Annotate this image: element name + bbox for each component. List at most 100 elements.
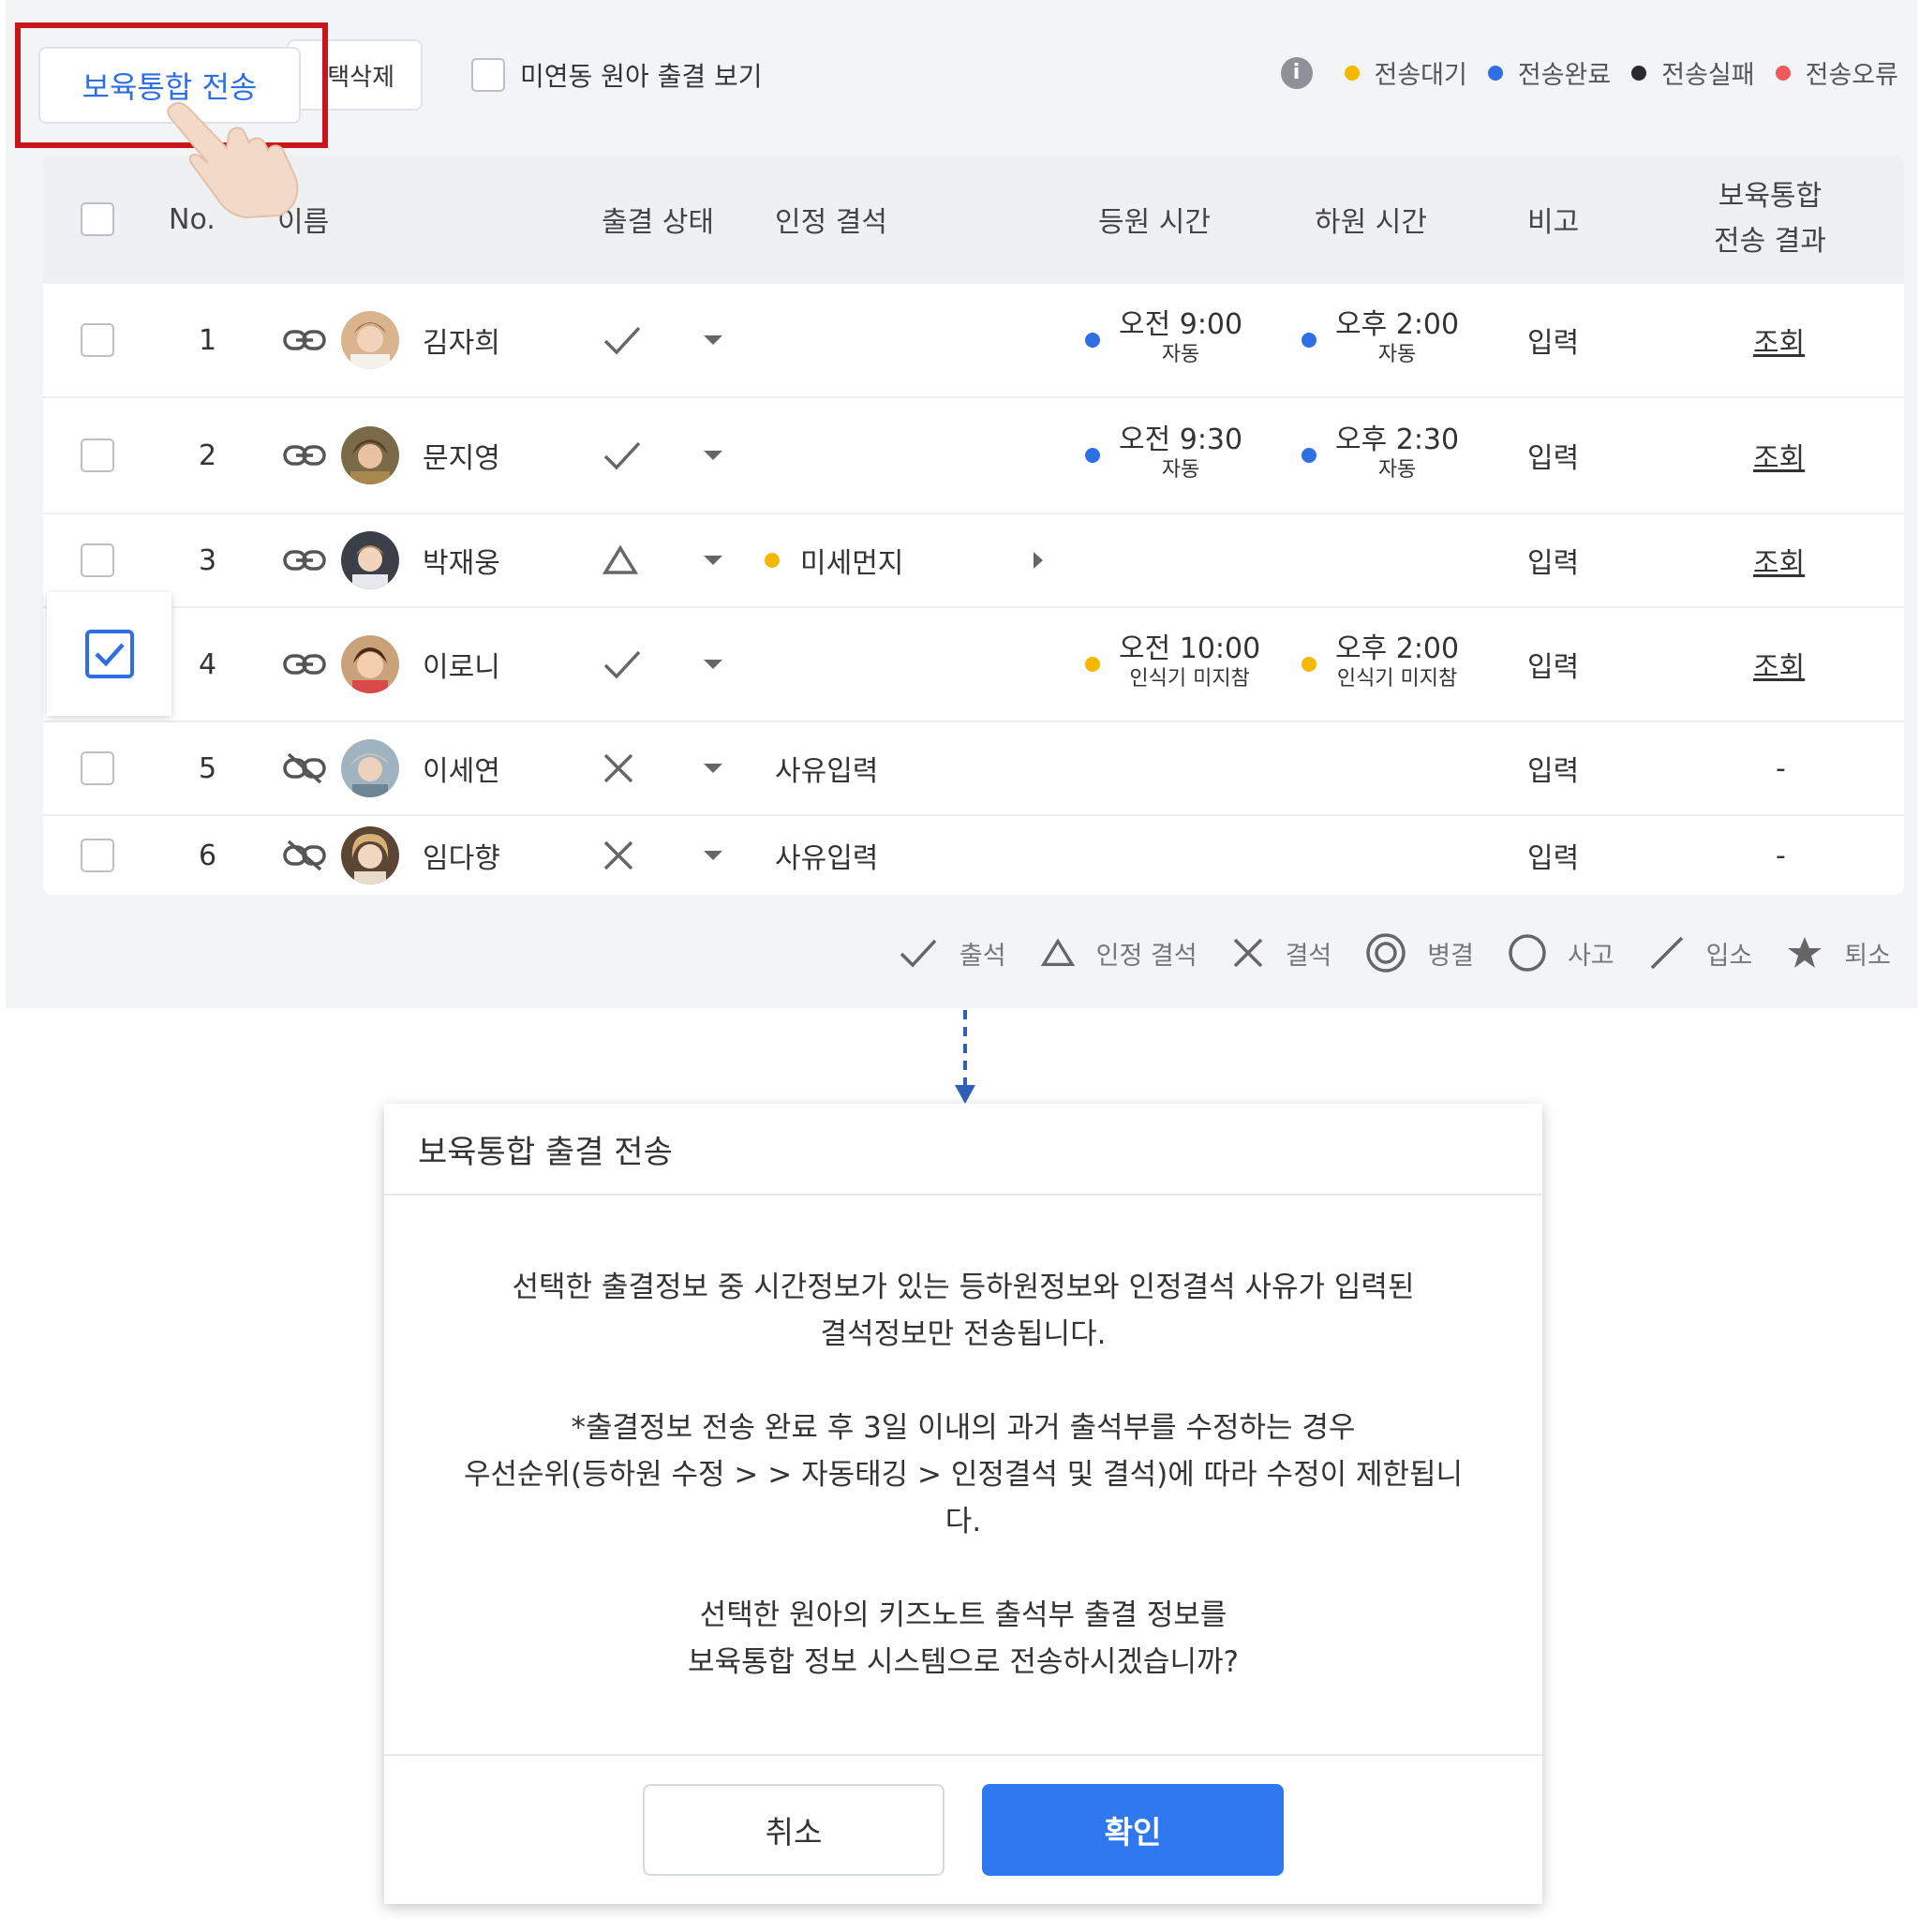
legend-error-label: 전송오류 <box>1805 61 1898 90</box>
cancel-button[interactable]: 취소 <box>643 1784 945 1876</box>
child-name: 문지영 <box>423 442 500 475</box>
status-dropdown[interactable] <box>704 284 722 396</box>
x-icon <box>1233 938 1262 968</box>
table-row[interactable]: 5 이세연 사유입력 입력 - <box>43 722 1904 816</box>
dialog-text-line: 다. <box>945 1505 982 1538</box>
triangle-icon[interactable] <box>602 514 639 606</box>
check-icon[interactable] <box>602 608 643 721</box>
dialog-text-line: 선택한 출결정보 중 시간정보가 있는 등하원정보와 인정결석 사유가 입력된 <box>512 1271 1415 1304</box>
dialog-paragraph-1: 선택한 출결정보 중 시간정보가 있는 등하원정보와 인정결석 사유가 입력된 … <box>513 1264 1415 1358</box>
row-number: 4 <box>199 647 217 681</box>
note-input[interactable]: 입력 <box>1527 398 1579 513</box>
reason-input[interactable]: 사유입력 <box>775 722 878 814</box>
row-number: 6 <box>199 839 217 872</box>
table-row[interactable]: 3 박재웅 미세먼지 입력 조회 <box>43 514 1904 608</box>
dialog-title: 보육통합 출결 전송 <box>384 1104 1542 1196</box>
row-checkbox[interactable] <box>81 438 114 472</box>
slash-icon <box>1650 936 1683 970</box>
departure-time-value: 오후 2:00 <box>1335 632 1460 665</box>
header-attendance: 출결 상태 <box>602 206 714 239</box>
legend-pending-label: 전송대기 <box>1374 61 1467 90</box>
table-row[interactable]: 2 문지영 오전 9:30 자동 오후 2:30 자동 입력 조회 <box>43 398 1904 514</box>
note-input[interactable]: 입력 <box>1527 514 1579 606</box>
x-icon[interactable] <box>602 722 635 814</box>
view-result-link[interactable]: 조회 <box>1753 540 1805 581</box>
result-empty: - <box>1776 751 1786 785</box>
header-result: 보육통합 전송 결과 <box>1714 155 1826 284</box>
arrival-dot <box>1085 657 1100 672</box>
status-dropdown[interactable] <box>704 816 722 895</box>
legend-present-label: 출석 <box>959 941 1006 971</box>
row-number: 2 <box>199 438 217 472</box>
arrival-time-sub: 인식기 미지참 <box>1129 667 1250 691</box>
child-name: 이로니 <box>423 651 500 684</box>
avatar <box>341 826 399 884</box>
legend-absent: 결석 <box>1231 935 1332 972</box>
child-name: 이세연 <box>423 755 500 788</box>
note-input[interactable]: 입력 <box>1527 722 1579 814</box>
legend-excused-label: 인정 결석 <box>1095 941 1198 971</box>
arrival-time[interactable]: 오전 9:30 자동 <box>1085 398 1242 513</box>
note-input[interactable]: 입력 <box>1527 816 1579 895</box>
table-row-selected[interactable]: 4 이로니 오전 10:00 인식기 미지참 오후 2:00 인식기 미지참 입력 … <box>43 608 1904 722</box>
dialog-text-line: 우선순위(등하원 수정 > > 자동태깅 > 인정결석 및 결석)에 따라 수정… <box>463 1458 1464 1492</box>
legend-sick: 병결 <box>1365 932 1474 973</box>
row-checkbox[interactable] <box>81 543 114 577</box>
excused-reason[interactable]: 미세먼지 <box>765 514 903 606</box>
unlink-icon <box>283 722 326 814</box>
arrival-time[interactable]: 오전 10:00 인식기 미지참 <box>1085 608 1260 721</box>
view-result-link[interactable]: 조회 <box>1753 644 1805 685</box>
row-checkbox[interactable] <box>81 751 114 785</box>
status-dropdown[interactable] <box>704 608 722 721</box>
note-input[interactable]: 입력 <box>1527 608 1579 721</box>
departure-time-value: 오후 2:30 <box>1335 424 1460 456</box>
reason-input[interactable]: 사유입력 <box>775 816 878 895</box>
legend-absent-label: 결석 <box>1285 941 1332 971</box>
table-row[interactable]: 6 임다향 사유입력 입력 - <box>43 816 1904 895</box>
selected-row-checkbox-card[interactable] <box>47 592 171 716</box>
chevron-down-icon <box>704 660 722 669</box>
select-all-checkbox[interactable] <box>81 202 114 236</box>
status-dropdown[interactable] <box>704 398 722 513</box>
table-row[interactable]: 1 김자희 오전 9:00 자동 오후 2:00 자동 입력 조회 <box>43 284 1904 398</box>
arrow-down-icon <box>955 1010 975 1104</box>
confirm-button[interactable]: 확인 <box>982 1784 1284 1876</box>
departure-time[interactable]: 오후 2:00 자동 <box>1302 284 1459 396</box>
link-icon <box>283 608 326 721</box>
delete-selected-button[interactable]: 택삭제 <box>287 39 423 111</box>
check-icon[interactable] <box>602 284 643 396</box>
row-checkbox[interactable] <box>81 839 114 872</box>
arrival-time-value: 오전 9:30 <box>1119 424 1243 456</box>
departure-time[interactable]: 오후 2:00 인식기 미지참 <box>1302 608 1459 721</box>
status-dropdown[interactable] <box>704 722 722 814</box>
status-dropdown[interactable] <box>704 514 722 606</box>
reason-expand-arrow[interactable] <box>1032 514 1045 606</box>
dialog-text-line: *출결정보 전송 완료 후 3일 이내의 과거 출석부를 수정하는 경우 <box>571 1411 1356 1445</box>
dialog-text-line: 결석정보만 전송됩니다. <box>820 1317 1107 1351</box>
row-checkbox[interactable] <box>81 323 114 357</box>
arrival-dot <box>1085 333 1100 348</box>
attendance-table: No. 이름 출결 상태 인정 결석 등원 시간 하원 시간 비고 보육통합 전… <box>43 155 1904 895</box>
unlinked-checkbox[interactable] <box>471 58 505 92</box>
row-number: 1 <box>199 323 217 357</box>
view-result-link[interactable]: 조회 <box>1753 320 1805 361</box>
unlinked-toggle[interactable]: 미연동 원아 출결 보기 <box>471 56 763 94</box>
x-icon[interactable] <box>602 816 635 895</box>
dialog-paragraph-3: 선택한 원아의 키즈노트 출석부 출결 정보를 보육통합 정보 시스템으로 전송… <box>688 1592 1239 1686</box>
attendance-mark-legend: 출석 인정 결석 결석 병결 사고 입소 퇴소 <box>864 932 1891 973</box>
legend-present: 출석 <box>898 935 1006 972</box>
info-icon[interactable]: i <box>1280 56 1313 89</box>
legend-done-label: 전송완료 <box>1517 61 1612 90</box>
check-icon[interactable] <box>602 398 643 513</box>
note-input[interactable]: 입력 <box>1527 284 1579 396</box>
header-arrival: 등원 시간 <box>1098 206 1211 239</box>
status-legend: i 전송대기 전송완료 전송실패 전송오류 <box>1280 54 1898 91</box>
legend-accident-label: 사고 <box>1567 941 1614 971</box>
excused-reason-text: 미세먼지 <box>800 547 904 580</box>
arrival-time[interactable]: 오전 9:00 자동 <box>1085 284 1242 396</box>
row-checkbox-checked[interactable] <box>84 630 134 678</box>
view-result-link[interactable]: 조회 <box>1753 435 1805 476</box>
departure-time[interactable]: 오후 2:30 자동 <box>1302 398 1459 513</box>
avatar <box>341 635 399 693</box>
chevron-down-icon <box>704 451 722 460</box>
